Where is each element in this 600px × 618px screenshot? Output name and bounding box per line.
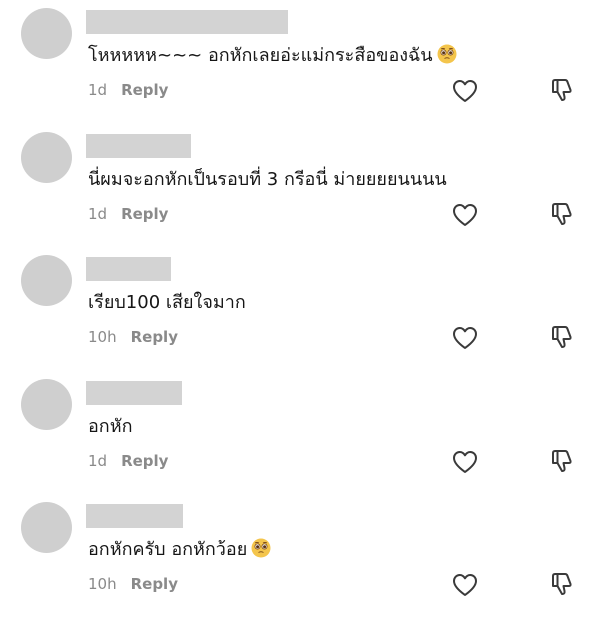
thumbs-down-outline-icon[interactable]: [551, 202, 573, 226]
username-placeholder[interactable]: [86, 10, 288, 34]
comment-text-content: อกหัก: [88, 416, 133, 437]
heart-outline-icon[interactable]: [452, 573, 478, 597]
reply-button[interactable]: Reply: [121, 452, 168, 470]
thumbs-down-outline-icon[interactable]: [551, 325, 573, 349]
reply-button[interactable]: Reply: [131, 328, 178, 346]
reply-button[interactable]: Reply: [121, 81, 168, 99]
thumbs-down-outline-icon[interactable]: [551, 78, 573, 102]
avatar[interactable]: [21, 255, 72, 306]
comment-text-content: เรียบ100 เสียใจมาก: [88, 292, 246, 313]
pleading-face-icon: [251, 538, 271, 558]
comment-meta: 10h Reply: [88, 574, 178, 594]
comment-text: อกหักครับ อกหักว้อย: [88, 538, 271, 562]
comment-meta: 1d Reply: [88, 80, 168, 100]
comment-time: 1d: [88, 81, 108, 99]
comment-time: 10h: [88, 328, 117, 346]
comment-text: อกหัก: [88, 415, 132, 439]
username-placeholder[interactable]: [86, 504, 183, 528]
comment-text: โหหหหห~~~ อกหักเลยอ่ะแม่กระสือของฉัน: [88, 44, 457, 68]
comment-item: นี่ผมจะอกหักเป็นรอบที่ 3 กรีอนี่ ม่ายยยย…: [0, 124, 600, 248]
username-placeholder[interactable]: [86, 134, 191, 158]
comment-meta: 1d Reply: [88, 451, 168, 471]
comment-item: อกหัก 1d Reply: [0, 371, 600, 495]
comment-time: 10h: [88, 575, 117, 593]
avatar[interactable]: [21, 132, 72, 183]
thumbs-down-outline-icon[interactable]: [551, 572, 573, 596]
heart-outline-icon[interactable]: [452, 450, 478, 474]
avatar[interactable]: [21, 8, 72, 59]
pleading-face-icon: [437, 44, 457, 64]
reply-button[interactable]: Reply: [131, 575, 178, 593]
comment-item: โหหหหห~~~ อกหักเลยอ่ะแม่กระสือของฉัน 1d R…: [0, 0, 600, 124]
reply-button[interactable]: Reply: [121, 205, 168, 223]
thumbs-down-outline-icon[interactable]: [551, 449, 573, 473]
avatar[interactable]: [21, 502, 72, 553]
comment-text: นี่ผมจะอกหักเป็นรอบที่ 3 กรีอนี่ ม่ายยยย…: [88, 168, 447, 192]
comment-time: 1d: [88, 205, 108, 223]
comment-meta: 10h Reply: [88, 327, 178, 347]
comment-item: เรียบ100 เสียใจมาก 10h Reply: [0, 247, 600, 371]
comment-item: อกหักครับ อกหักว้อย 10h Reply: [0, 494, 600, 618]
username-placeholder[interactable]: [86, 381, 182, 405]
comment-text-content: อกหักครับ อกหักว้อย: [88, 539, 248, 560]
heart-outline-icon[interactable]: [452, 203, 478, 227]
heart-outline-icon[interactable]: [452, 79, 478, 103]
comment-text-content: โหหหหห~~~ อกหักเลยอ่ะแม่กระสือของฉัน: [88, 45, 433, 66]
comment-text-content: นี่ผมจะอกหักเป็นรอบที่ 3 กรีอนี่ ม่ายยยย…: [88, 169, 447, 190]
avatar[interactable]: [21, 379, 72, 430]
comment-meta: 1d Reply: [88, 204, 168, 224]
comment-time: 1d: [88, 452, 108, 470]
heart-outline-icon[interactable]: [452, 326, 478, 350]
username-placeholder[interactable]: [86, 257, 171, 281]
comment-text: เรียบ100 เสียใจมาก: [88, 291, 246, 315]
